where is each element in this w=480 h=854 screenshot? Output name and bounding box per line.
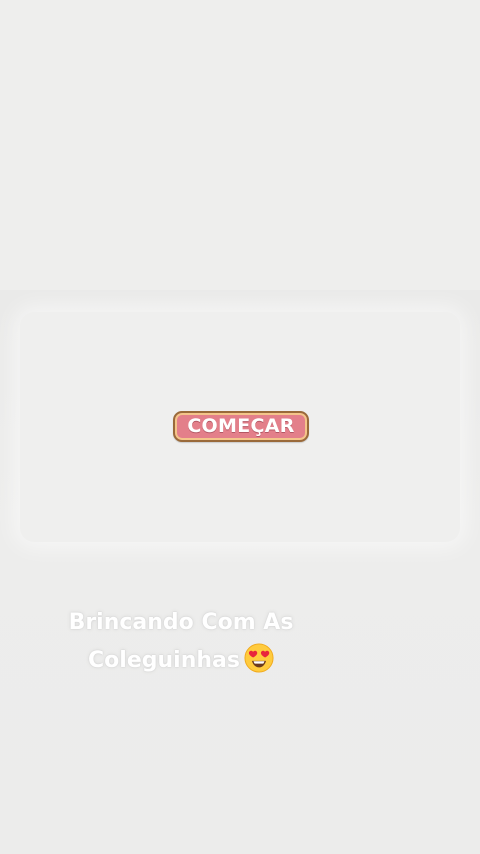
- caption-line-2: Coleguinhas: [88, 648, 240, 673]
- app-screen: COMEÇAR Brincando Com As Coleguinhas: [0, 0, 480, 854]
- start-button[interactable]: COMEÇAR: [173, 411, 309, 442]
- heart-eyes-emoji-icon: [244, 643, 274, 673]
- caption-line-2-wrap: Coleguinhas: [40, 642, 322, 680]
- video-caption: Brincando Com As Coleguinhas: [40, 604, 322, 680]
- start-button-label: COMEÇAR: [187, 415, 295, 437]
- caption-line-1: Brincando Com As: [68, 610, 294, 635]
- top-area: [0, 0, 480, 290]
